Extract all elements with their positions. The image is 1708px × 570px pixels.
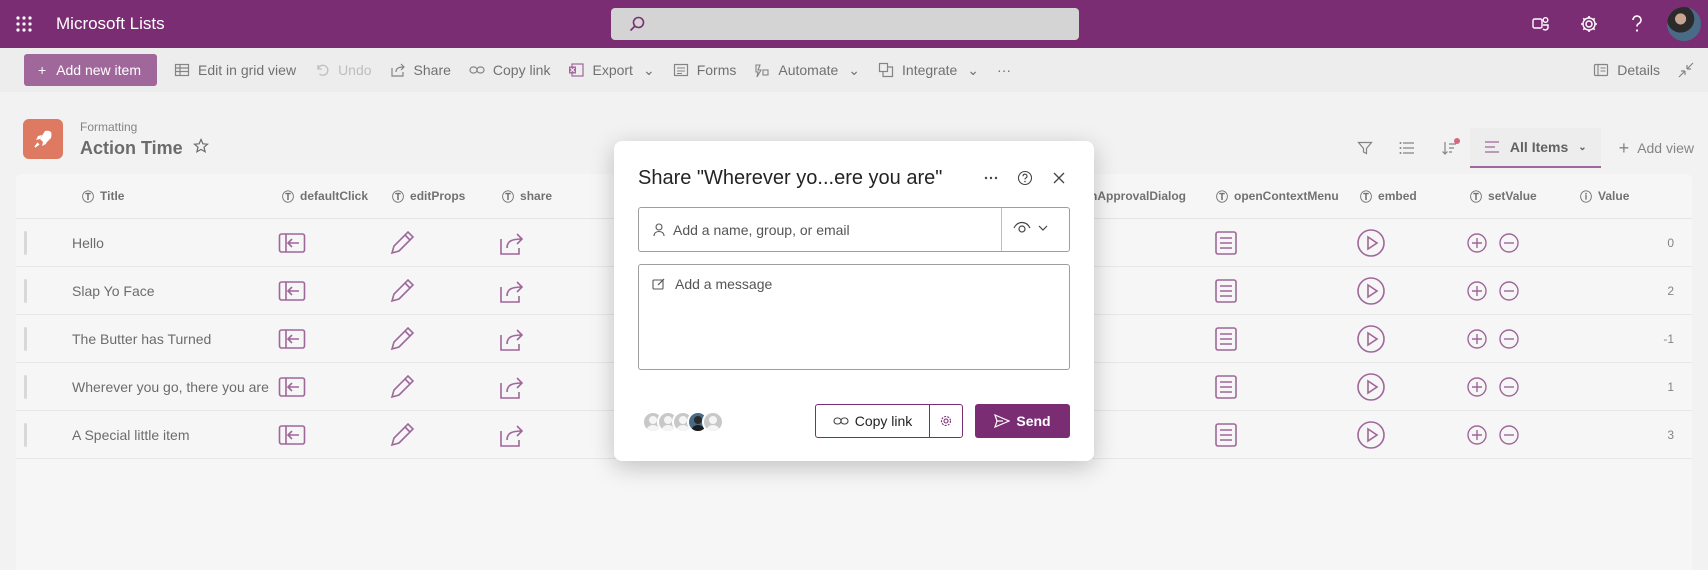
gear-icon [940,415,952,427]
app-name[interactable]: Microsoft Lists [56,14,165,34]
person-icon [653,222,665,236]
eye-icon [1013,221,1031,233]
help-icon[interactable] [1613,0,1661,48]
send-label: Send [1016,413,1051,429]
shared-with-avatars[interactable] [642,411,724,433]
recipient-placeholder: Add a name, group, or email [673,221,850,238]
search-input[interactable] [611,8,1079,40]
close-icon[interactable] [1044,163,1074,193]
copy-link-button[interactable]: Copy link [816,405,930,437]
link-settings-button[interactable] [930,405,962,437]
more-options-icon[interactable] [976,163,1006,193]
message-placeholder: Add a message [675,276,773,292]
copy-link-label: Copy link [854,413,913,429]
avatar [702,411,724,433]
send-icon [994,414,1011,428]
avatar[interactable] [1667,7,1701,41]
help-icon[interactable] [1010,163,1040,193]
link-icon [833,417,849,425]
permission-dropdown[interactable] [1013,221,1049,235]
message-input[interactable]: Add a message [638,264,1070,370]
share-dialog: Share "Wherever yo...ere you are" Add a … [614,141,1094,461]
copy-link-group: Copy link [815,404,963,438]
recipient-input[interactable]: Add a name, group, or email [638,207,1070,252]
dialog-title: Share "Wherever yo...ere you are" [638,167,943,189]
teams-icon[interactable] [1517,0,1565,48]
chevron-down-icon [1038,225,1048,231]
search-icon [629,16,645,32]
edit-message-icon [652,278,665,290]
waffle-icon[interactable] [0,0,48,48]
send-button[interactable]: Send [975,404,1070,438]
gear-icon[interactable] [1565,0,1613,48]
suite-bar: Microsoft Lists [0,0,1708,48]
